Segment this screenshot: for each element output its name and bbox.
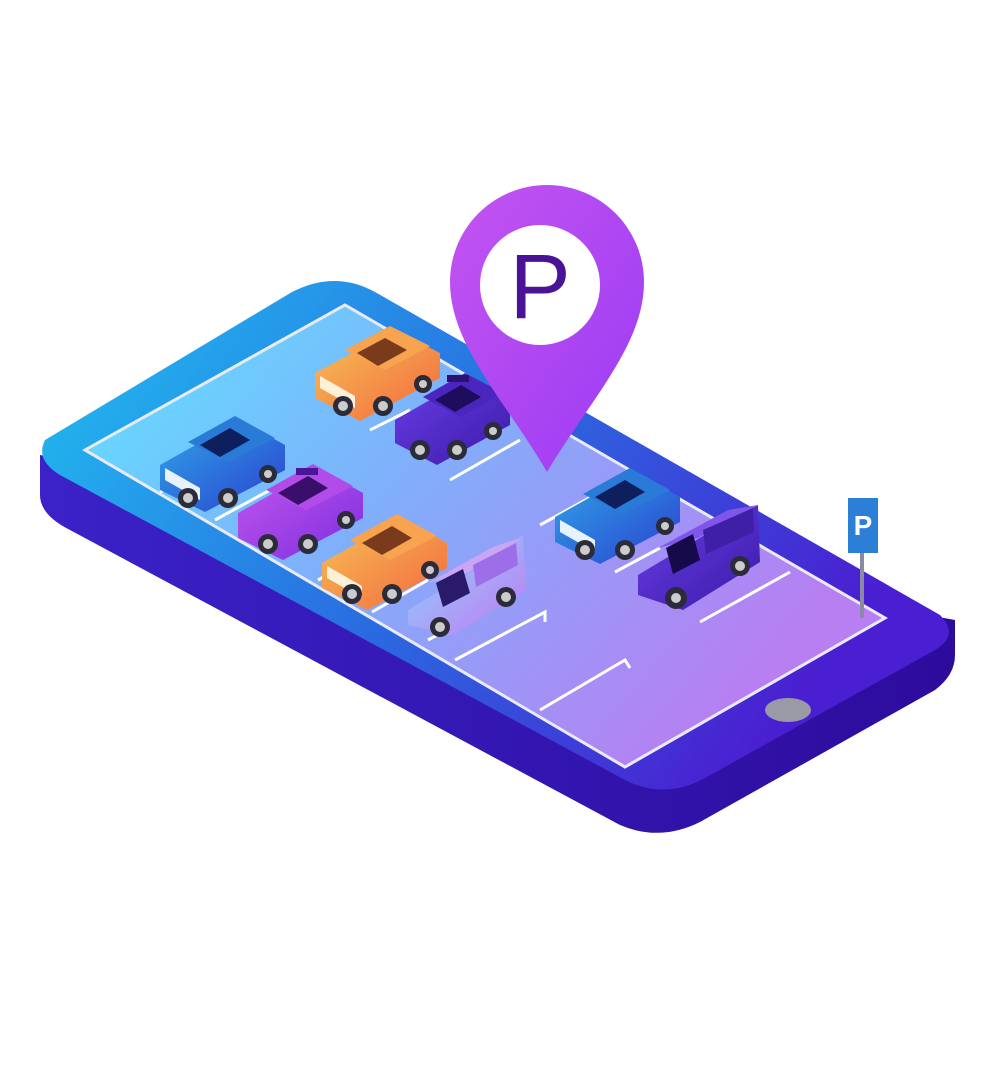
pin-letter: P xyxy=(509,236,570,338)
home-button-icon[interactable] xyxy=(765,698,811,722)
smart-parking-illustration: P P xyxy=(40,185,955,833)
parking-sign-letter: P xyxy=(854,510,873,541)
